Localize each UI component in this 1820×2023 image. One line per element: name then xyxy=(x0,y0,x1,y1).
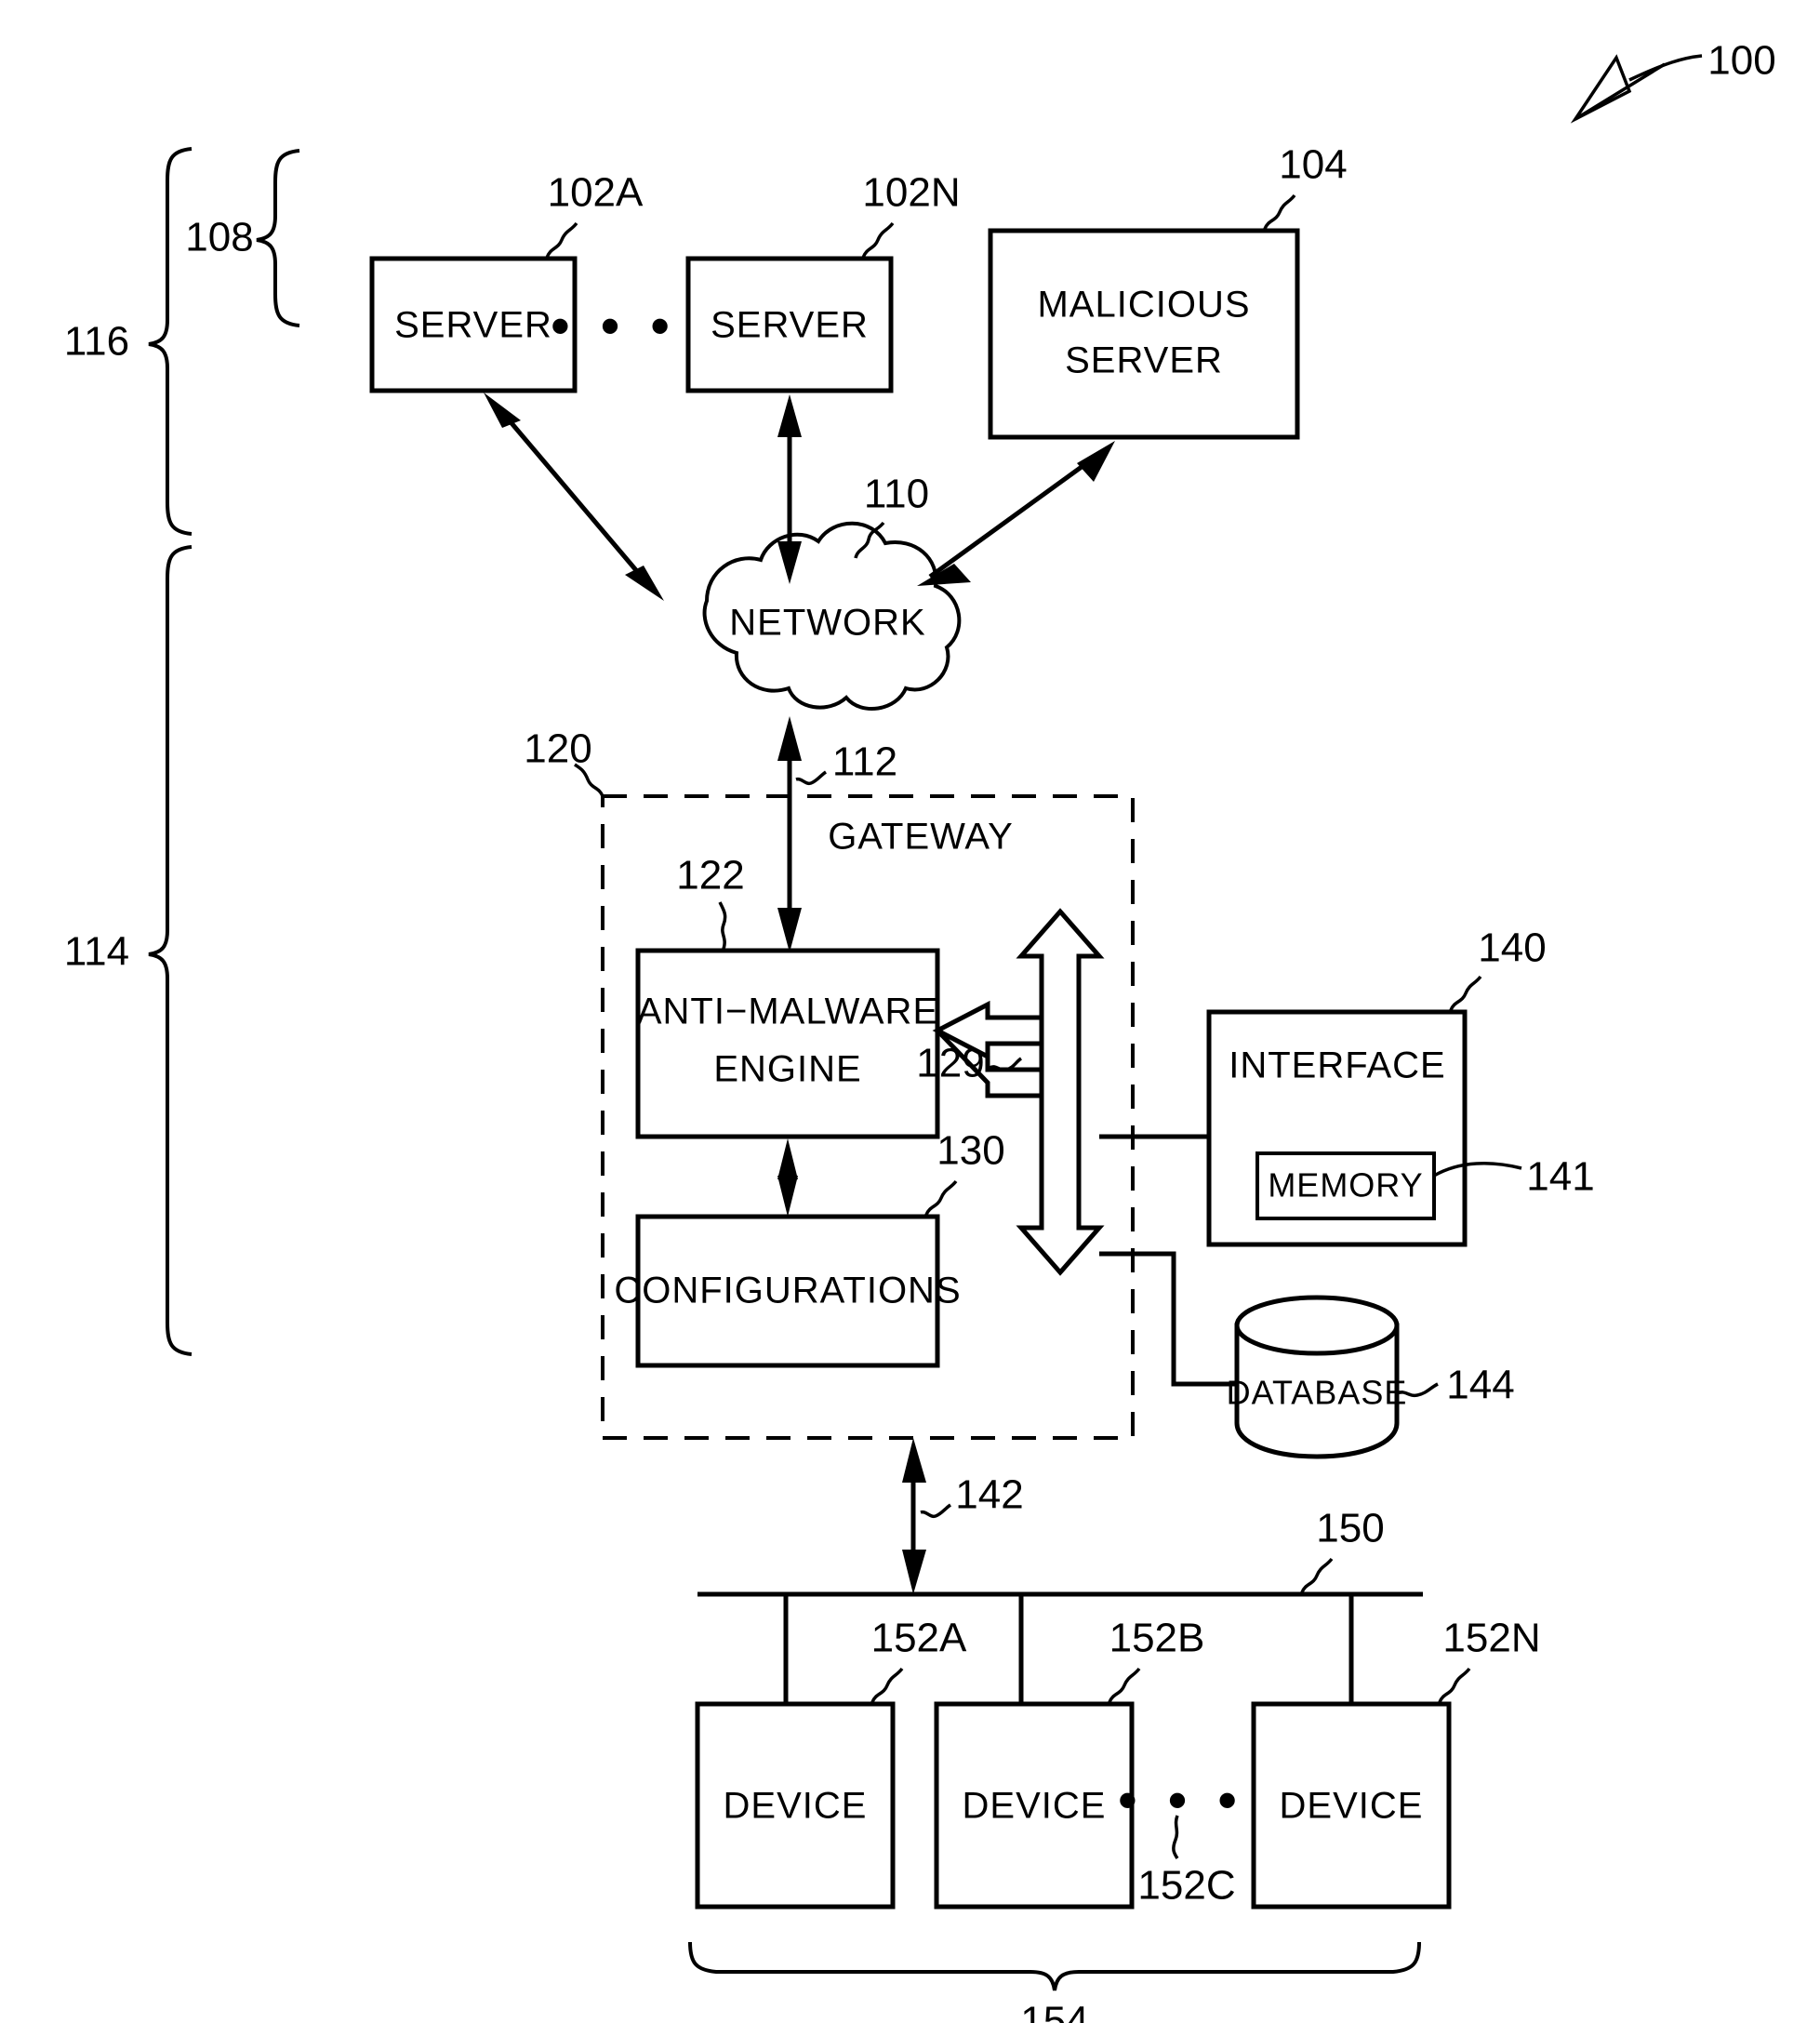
device-b-ref-leader xyxy=(1108,1667,1141,1703)
server-a-ref: 102A xyxy=(548,170,644,216)
brace-label-154: 154 xyxy=(1020,1999,1088,2023)
gateway-label: GATEWAY xyxy=(828,817,1014,858)
connector-142-ref: 142 xyxy=(955,1472,1023,1518)
server-n-ref-leader xyxy=(861,221,895,259)
figure-number-leader xyxy=(1570,54,1703,124)
brace-label-116: 116 xyxy=(64,319,129,365)
anti-malware-engine-ref: 122 xyxy=(676,853,744,898)
configurations-ref-leader xyxy=(924,1179,958,1216)
server-n-ref: 102N xyxy=(862,170,960,216)
malicious-server-ref-leader xyxy=(1263,193,1296,230)
arrow-network-gateway-112 xyxy=(777,716,828,952)
database-label: DATABASE xyxy=(1227,1374,1408,1412)
device-a-ref-leader xyxy=(870,1667,904,1703)
arrow-malicious-server-network xyxy=(917,441,1115,586)
anti-malware-engine-ref-leader xyxy=(718,901,727,950)
patent-figure: 100 108 116 114 SERVER 102A • • • SERVER… xyxy=(0,0,1820,2023)
link-bus-database xyxy=(1099,1251,1237,1387)
figure-canvas: 100 108 116 114 SERVER 102A • • • SERVER… xyxy=(64,38,1776,2023)
bus-129-ref: 129 xyxy=(916,1041,984,1086)
configurations-ref: 130 xyxy=(937,1128,1004,1174)
arrow-server-n-network xyxy=(777,394,802,584)
devices-ellipsis-ref: 152C xyxy=(1137,1863,1235,1909)
malicious-server-label-line1: MALICIOUS xyxy=(1037,285,1250,326)
gateway-ref: 120 xyxy=(524,726,591,772)
device-n-ref-leader xyxy=(1438,1667,1471,1703)
memory-label: MEMORY xyxy=(1268,1166,1423,1204)
connector-112-ref: 112 xyxy=(832,739,897,785)
device-n-label: DEVICE xyxy=(1280,1786,1424,1827)
lan-bus-ref-leader xyxy=(1300,1557,1334,1593)
database-ref: 144 xyxy=(1446,1363,1514,1408)
lan-bus-ref: 150 xyxy=(1316,1506,1384,1551)
brace-devices-154 xyxy=(688,1941,1421,1991)
interface-label: INTERFACE xyxy=(1229,1045,1445,1086)
malicious-server-box[interactable] xyxy=(988,228,1300,440)
network-ref: 110 xyxy=(864,472,929,517)
arrow-server-a-network xyxy=(484,393,664,601)
device-a-ref: 152A xyxy=(871,1616,967,1661)
anti-malware-engine-box[interactable] xyxy=(635,948,940,1139)
figure-number: 100 xyxy=(1707,38,1775,84)
anti-malware-engine-label-line1: ANTI−MALWARE xyxy=(637,992,938,1032)
arrow-gateway-lan-142 xyxy=(902,1438,952,1594)
anti-malware-engine-label-line2: ENGINE xyxy=(713,1049,861,1090)
device-a-label: DEVICE xyxy=(724,1786,868,1827)
server-a-ref-leader xyxy=(545,221,578,259)
memory-ref: 141 xyxy=(1526,1154,1594,1200)
configurations-label: CONFIGURATIONS xyxy=(614,1271,961,1311)
servers-ellipsis: • • • xyxy=(551,295,677,357)
interface-ref: 140 xyxy=(1478,925,1546,971)
brace-internal-114 xyxy=(148,545,193,1356)
malicious-server-ref: 104 xyxy=(1279,142,1347,188)
brace-label-108: 108 xyxy=(185,215,253,260)
brace-servers-108 xyxy=(256,149,300,327)
devices-ellipsis: • • • xyxy=(1118,1769,1244,1831)
brace-label-114: 114 xyxy=(64,929,129,975)
server-n-label: SERVER xyxy=(711,305,869,346)
device-n-ref: 152N xyxy=(1442,1616,1540,1661)
arrow-engine-configurations xyxy=(777,1138,798,1217)
brace-external-116 xyxy=(148,147,193,536)
server-a-label: SERVER xyxy=(394,305,552,346)
network-label: NETWORK xyxy=(729,603,925,644)
device-b-ref: 152B xyxy=(1109,1616,1205,1661)
interface-ref-leader xyxy=(1449,975,1482,1011)
malicious-server-label-line2: SERVER xyxy=(1065,340,1223,381)
device-b-label: DEVICE xyxy=(963,1786,1107,1827)
